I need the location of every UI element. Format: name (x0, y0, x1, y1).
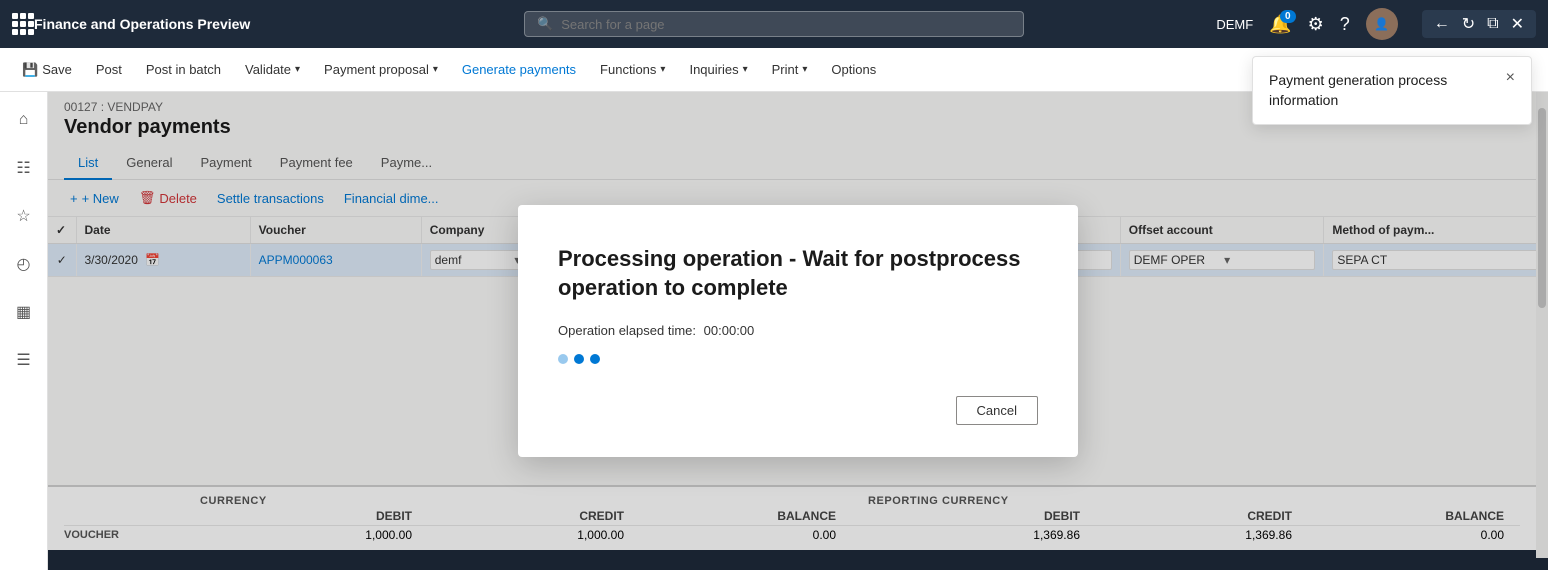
print-label: Print (772, 62, 799, 77)
modal-title: Processing operation - Wait for postproc… (558, 245, 1038, 302)
grid-icon: ▦ (16, 302, 31, 322)
top-right-actions: DEMF 🔔 0 ⚙ ? 👤 ← ↻ ⧉ ✕ (1216, 8, 1536, 40)
post-in-batch-label: Post in batch (146, 62, 221, 77)
notification-badge: 0 (1280, 10, 1296, 23)
loading-indicator (558, 354, 1038, 364)
sidebar-item-favorites[interactable]: ☆ (4, 196, 44, 236)
info-panel-close-button[interactable]: × (1506, 69, 1515, 87)
inquiries-label: Inquiries (689, 62, 738, 77)
dot-2 (574, 354, 584, 364)
avatar[interactable]: 👤 (1366, 8, 1398, 40)
save-label: Save (42, 62, 72, 77)
modal-footer: Cancel (558, 396, 1038, 425)
options-button[interactable]: Options (821, 56, 886, 83)
payment-proposal-chevron: ▾ (433, 64, 438, 75)
post-in-batch-button[interactable]: Post in batch (136, 56, 231, 83)
validate-chevron: ▾ (295, 64, 300, 75)
info-panel: Payment generation process information × (1252, 56, 1532, 125)
search-input[interactable] (561, 17, 1011, 32)
window-controls: ← ↻ ⧉ ✕ (1422, 10, 1536, 38)
dot-3 (590, 354, 600, 364)
sidebar-item-recent[interactable]: ◴ (4, 244, 44, 284)
app-title: Finance and Operations Preview (34, 16, 250, 32)
post-label: Post (96, 62, 122, 77)
settings-icon[interactable]: ⚙ (1308, 14, 1324, 35)
elapsed-value: 00:00:00 (704, 323, 755, 338)
user-label: DEMF (1216, 17, 1253, 32)
top-navigation: Finance and Operations Preview 🔍 DEMF 🔔 … (0, 0, 1548, 48)
clock-icon: ◴ (17, 254, 31, 274)
generate-payments-label: Generate payments (462, 62, 576, 77)
home-icon: ⌂ (19, 111, 29, 129)
print-button[interactable]: Print ▾ (762, 56, 818, 83)
payment-proposal-label: Payment proposal (324, 62, 429, 77)
close-window-icon[interactable]: ✕ (1511, 14, 1524, 34)
info-panel-title: Payment generation process information (1269, 71, 1498, 110)
sidebar-item-workspace[interactable]: ▦ (4, 292, 44, 332)
global-search-bar[interactable]: 🔍 (524, 11, 1024, 37)
options-label: Options (831, 62, 876, 77)
star-icon: ☆ (16, 206, 30, 226)
app-menu-icon[interactable] (12, 13, 34, 35)
save-icon: 💾 (22, 62, 38, 78)
inquiries-chevron: ▾ (743, 64, 748, 75)
sidebar-item-home[interactable]: ⌂ (4, 100, 44, 140)
functions-button[interactable]: Functions ▾ (590, 56, 675, 83)
dot-1 (558, 354, 568, 364)
functions-label: Functions (600, 62, 656, 77)
sidebar-item-list[interactable]: ☰ (4, 340, 44, 380)
print-chevron: ▾ (802, 64, 807, 75)
cancel-button[interactable]: Cancel (956, 396, 1038, 425)
notifications-button[interactable]: 🔔 0 (1269, 14, 1291, 35)
generate-payments-button[interactable]: Generate payments (452, 56, 586, 83)
sidebar: ⌂ ☷ ☆ ◴ ▦ ☰ (0, 92, 48, 570)
modal-elapsed-info: Operation elapsed time: 00:00:00 (558, 323, 1038, 338)
back-icon[interactable]: ← (1434, 15, 1450, 33)
external-icon[interactable]: ⧉ (1487, 15, 1498, 33)
validate-button[interactable]: Validate ▾ (235, 56, 310, 83)
search-icon: 🔍 (537, 16, 553, 32)
functions-chevron: ▾ (660, 64, 665, 75)
processing-modal: Processing operation - Wait for postproc… (518, 205, 1078, 456)
filter-icon: ☷ (16, 158, 30, 178)
sidebar-item-filter[interactable]: ☷ (4, 148, 44, 188)
help-icon[interactable]: ? (1340, 14, 1350, 35)
inquiries-button[interactable]: Inquiries ▾ (679, 56, 757, 83)
validate-label: Validate (245, 62, 291, 77)
elapsed-label: Operation elapsed time: (558, 323, 696, 338)
list-icon: ☰ (16, 350, 30, 370)
refresh-icon[interactable]: ↻ (1462, 14, 1475, 34)
post-button[interactable]: Post (86, 56, 132, 83)
avatar-initials: 👤 (1374, 17, 1389, 31)
main-content: 00127 : VENDPAY Vendor payments List Gen… (48, 92, 1548, 570)
save-button[interactable]: 💾 Save (12, 56, 82, 84)
info-panel-header: Payment generation process information × (1269, 71, 1515, 110)
modal-overlay: Processing operation - Wait for postproc… (48, 92, 1548, 570)
payment-proposal-button[interactable]: Payment proposal ▾ (314, 56, 448, 83)
